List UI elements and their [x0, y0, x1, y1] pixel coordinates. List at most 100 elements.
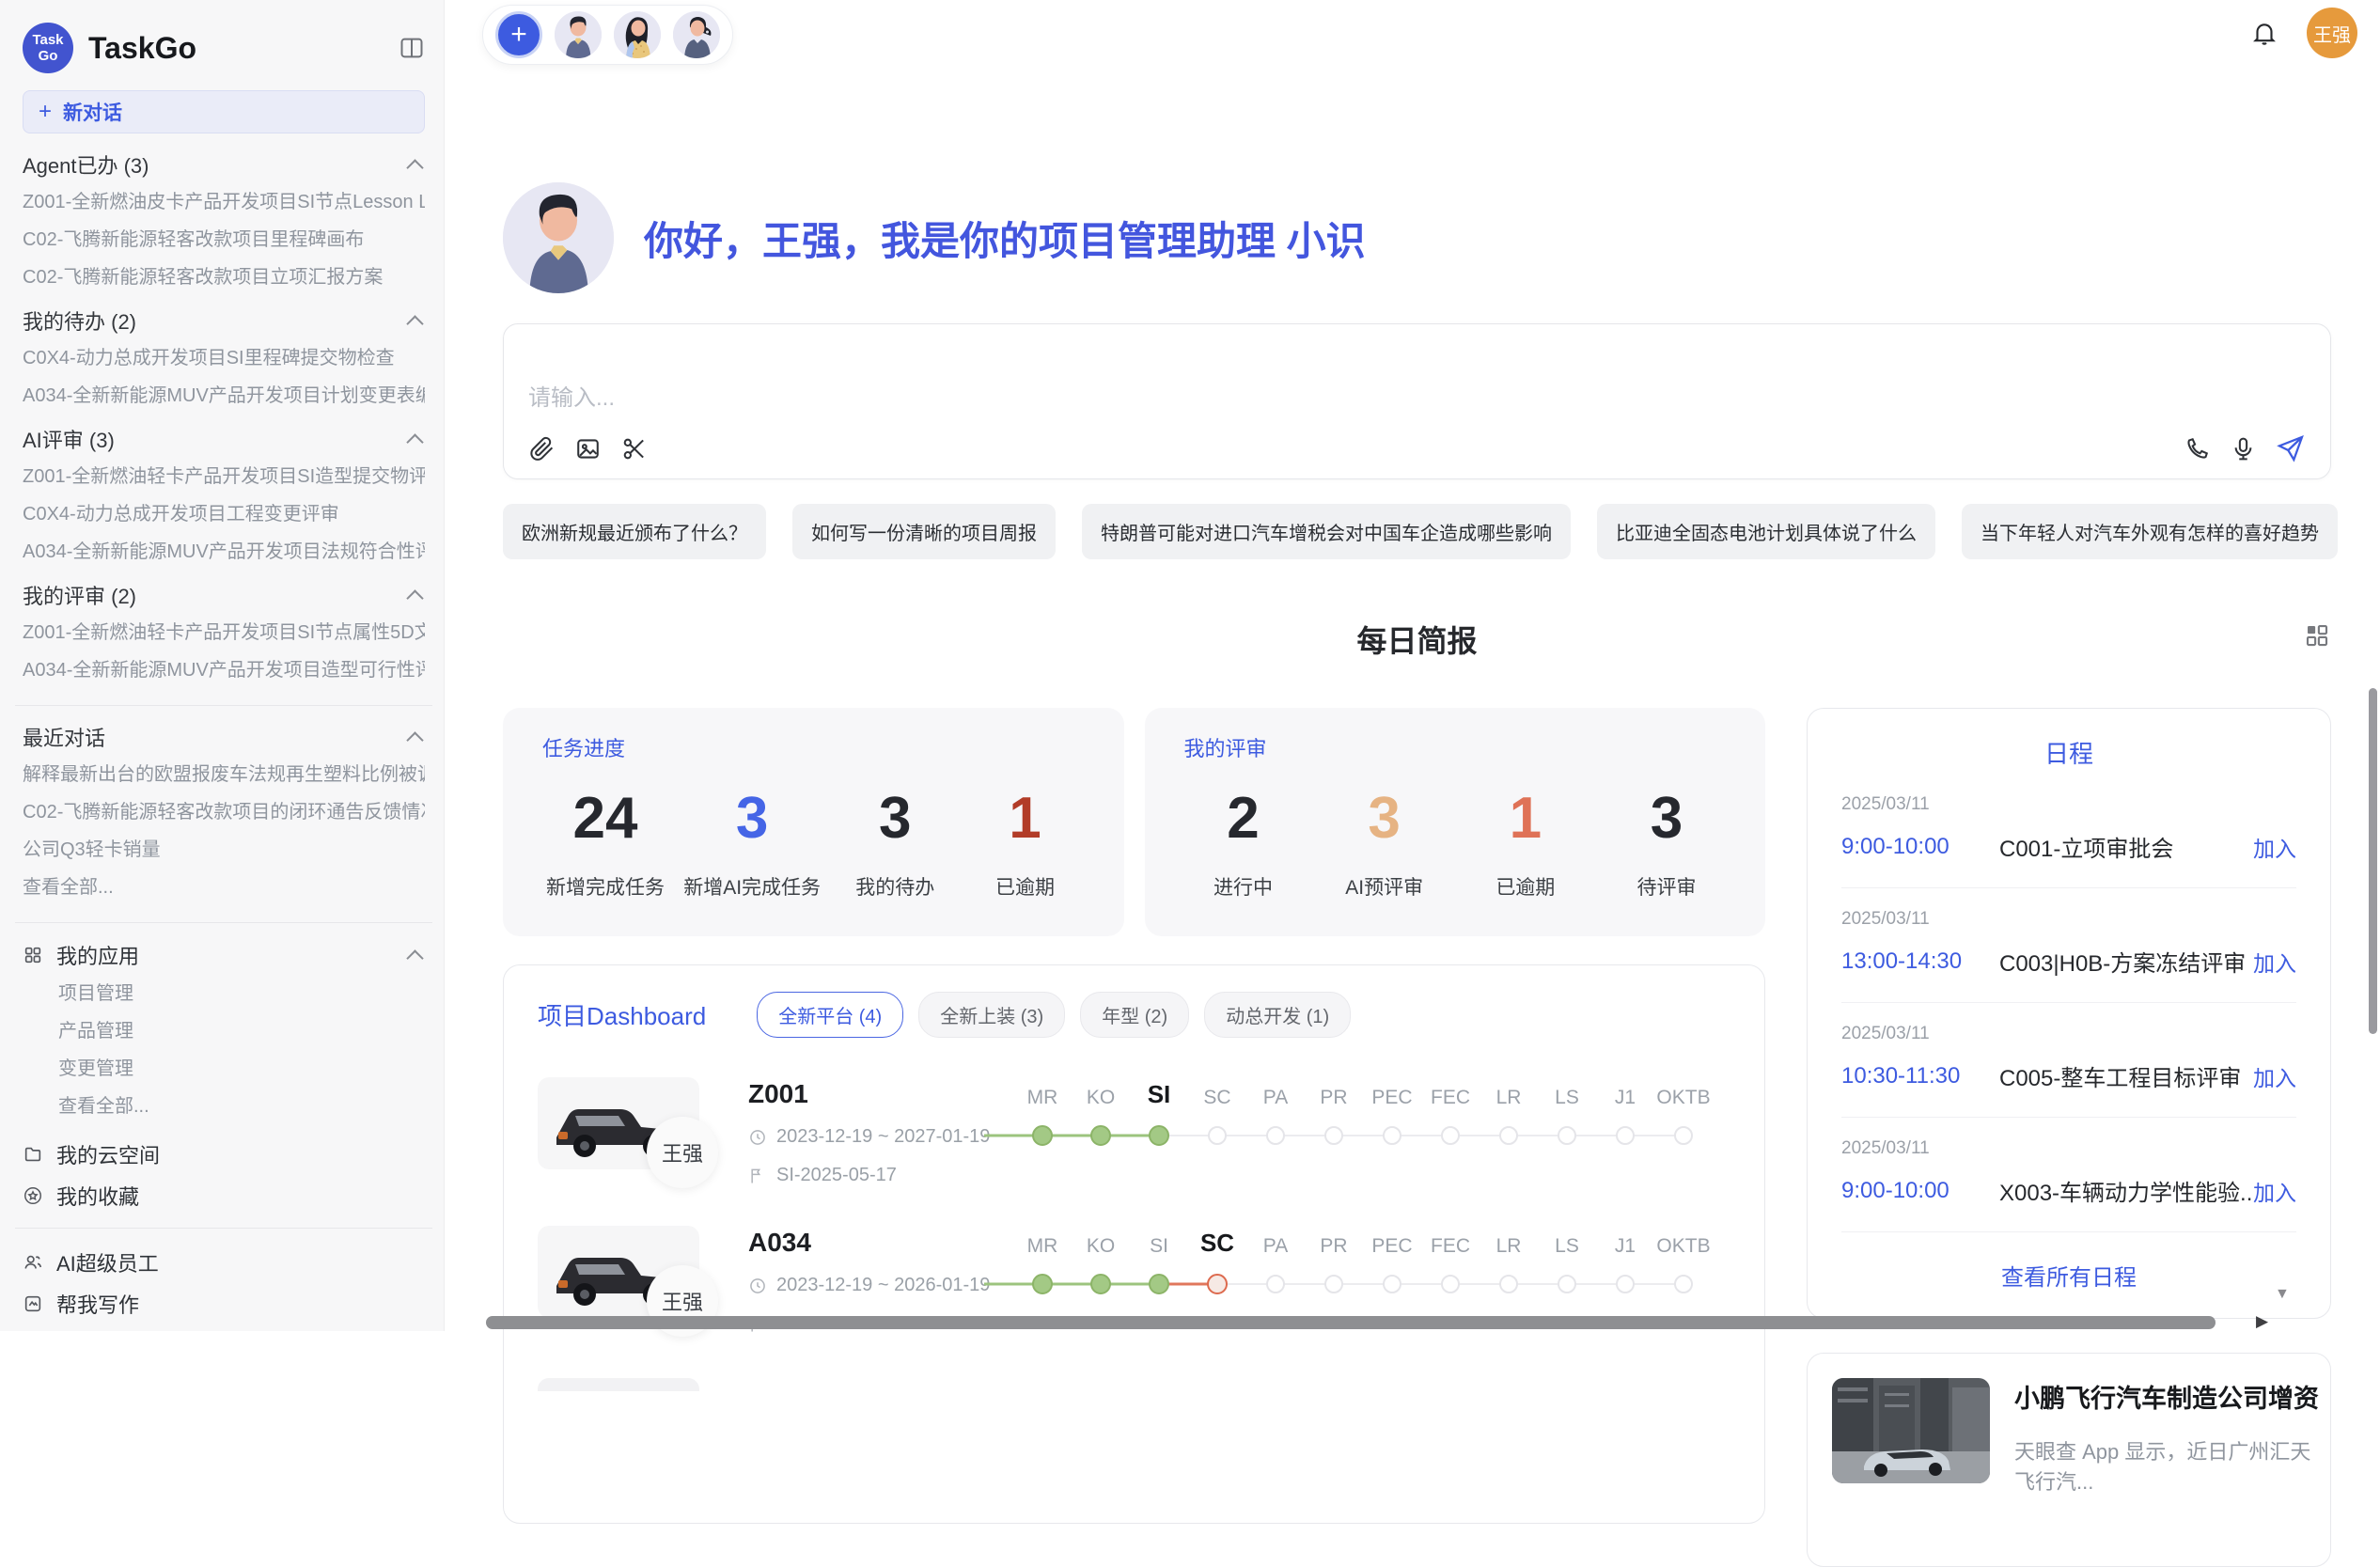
stat[interactable]: 24 新增完成任务	[546, 768, 665, 901]
milestone[interactable]: KO	[1072, 1077, 1130, 1154]
milestone-label: LS	[1538, 1077, 1596, 1109]
suggestion-chip[interactable]: 当下年轻人对汽车外观有怎样的喜好趋势	[1962, 504, 2338, 559]
milestone[interactable]: MR	[1013, 1077, 1072, 1154]
conversation-item[interactable]: C02-飞腾新能源轻客改款项目的闭环通告反馈情况	[23, 800, 425, 824]
layout-grid-icon[interactable]	[2303, 621, 2331, 650]
milestone[interactable]: J1	[1596, 1077, 1654, 1154]
sidebar-item-help-write[interactable]: 帮我写作	[23, 1291, 425, 1317]
task-item[interactable]: C02-飞腾新能源轻客改款项目立项汇报方案	[23, 265, 425, 290]
app-item[interactable]: 查看全部...	[58, 1094, 425, 1119]
filter-tab[interactable]: 动总开发 (1)	[1204, 992, 1351, 1038]
milestone[interactable]: MR	[1013, 1226, 1072, 1303]
stat[interactable]: 3 新增AI完成任务	[683, 768, 821, 901]
conversation-item[interactable]: 解释最新出台的欧盟报废车法规再生塑料比例被调至15%...	[23, 762, 425, 787]
milestone[interactable]: PR	[1305, 1226, 1363, 1303]
stat[interactable]: 3 我的待办	[839, 768, 950, 901]
horizontal-scrollbar[interactable]	[486, 1316, 2216, 1329]
sidebar-item-favorites[interactable]: 我的收藏	[23, 1183, 425, 1209]
suggestion-chip[interactable]: 比亚迪全固态电池计划具体说了什么	[1597, 504, 1935, 559]
task-item[interactable]: A034-全新新能源MUV产品开发项目计划变更表编写	[23, 384, 425, 408]
task-item[interactable]: C0X4-动力总成开发项目SI里程碑提交物检查	[23, 346, 425, 370]
conversation-item[interactable]: 公司Q3轻卡销量	[23, 838, 425, 862]
milestone[interactable]: SC	[1188, 1226, 1246, 1303]
join-link[interactable]: 加入	[2253, 946, 2296, 978]
stat[interactable]: 3 待评审	[1611, 768, 1722, 901]
microphone-icon[interactable]	[2230, 435, 2257, 462]
add-agent-button[interactable]: +	[495, 11, 542, 58]
milestone[interactable]: LR	[1480, 1226, 1538, 1303]
sidebar-section-my-review[interactable]: 我的评审 (2)	[23, 583, 425, 607]
milestone[interactable]: SI	[1130, 1077, 1188, 1154]
task-item[interactable]: A034-全新新能源MUV产品开发项目法规符合性评审	[23, 540, 425, 564]
filter-tab[interactable]: 全新上装 (3)	[918, 992, 1065, 1038]
vertical-scrollbar[interactable]	[2369, 688, 2377, 1034]
join-link[interactable]: 加入	[2253, 1060, 2296, 1092]
milestone[interactable]: OKTB	[1654, 1226, 1713, 1303]
milestone[interactable]: LR	[1480, 1077, 1538, 1154]
scissors-icon[interactable]	[620, 435, 648, 462]
sidebar-item-ai-staff[interactable]: AI超级员工	[23, 1249, 425, 1276]
milestone[interactable]: LS	[1538, 1077, 1596, 1154]
schedule-item: 2025/03/11 10:30-11:30 C005-整车工程目标评审 加入	[1841, 1003, 2296, 1118]
join-link[interactable]: 加入	[2253, 831, 2296, 863]
agent-avatar-2[interactable]	[614, 11, 661, 58]
project-row-z001[interactable]: 王强 Z001 2023-12-19 ~ 2027-01-19	[538, 1077, 1730, 1186]
milestone[interactable]: PR	[1305, 1077, 1363, 1154]
phone-icon[interactable]	[2184, 435, 2211, 462]
chat-input[interactable]: 请输入...	[504, 324, 2330, 412]
news-card[interactable]: 小鹏飞行汽车制造公司增资 天眼查 App 显示，近日广州汇天飞行汽...	[1807, 1353, 2331, 1567]
join-link[interactable]: 加入	[2253, 1175, 2296, 1207]
milestone[interactable]: PA	[1246, 1077, 1305, 1154]
suggestion-chip[interactable]: 特朗普可能对进口汽车增税会对中国车企造成哪些影响	[1082, 504, 1571, 559]
milestone[interactable]: SC	[1188, 1077, 1246, 1154]
filter-tab[interactable]: 全新平台 (4)	[757, 992, 903, 1038]
milestone[interactable]: FEC	[1421, 1226, 1480, 1303]
filter-tab[interactable]: 年型 (2)	[1080, 992, 1189, 1038]
milestone[interactable]: PA	[1246, 1226, 1305, 1303]
milestone[interactable]: PEC	[1363, 1226, 1421, 1303]
stat[interactable]: 1 已逾期	[970, 768, 1081, 901]
sidebar-section-my-todo[interactable]: 我的待办 (2)	[23, 308, 425, 333]
conversation-item[interactable]: 查看全部...	[23, 875, 425, 900]
sidebar-section-ai-review[interactable]: AI评审 (3)	[23, 427, 425, 451]
stat[interactable]: 2 进行中	[1188, 768, 1299, 901]
sidebar-section-agent-done[interactable]: Agent已办 (3)	[23, 152, 425, 177]
milestone[interactable]: FEC	[1421, 1077, 1480, 1154]
milestone[interactable]: LS	[1538, 1226, 1596, 1303]
send-icon[interactable]	[2276, 433, 2306, 463]
sidebar-collapse-icon[interactable]	[399, 35, 425, 61]
app-item[interactable]: 产品管理	[58, 1019, 425, 1043]
paperclip-icon[interactable]	[528, 435, 556, 462]
app-item[interactable]: 项目管理	[58, 981, 425, 1006]
stat[interactable]: 1 已逾期	[1470, 768, 1581, 901]
task-item[interactable]: Z001-全新燃油轻卡产品开发项目SI节点属性5D文件评审	[23, 620, 425, 645]
stat[interactable]: 3 AI预评审	[1329, 768, 1440, 901]
stat-label: 新增完成任务	[546, 872, 665, 901]
user-avatar[interactable]: 王强	[2307, 8, 2357, 58]
project-info: Z001 2023-12-19 ~ 2027-01-19	[748, 1077, 991, 1186]
agent-avatar-3[interactable]	[673, 11, 720, 58]
task-item[interactable]: A034-全新新能源MUV产品开发项目造型可行性评审	[23, 658, 425, 682]
app-item[interactable]: 变更管理	[58, 1057, 425, 1081]
milestone[interactable]: KO	[1072, 1226, 1130, 1303]
milestone[interactable]: SI	[1130, 1226, 1188, 1303]
suggestion-chip[interactable]: 如何写一份清晰的项目周报	[792, 504, 1056, 559]
sidebar-section-recent[interactable]: 最近对话	[23, 725, 425, 749]
scroll-right-arrow-icon[interactable]: ▶	[2256, 1312, 2268, 1331]
sidebar-my-apps[interactable]: 我的应用	[23, 942, 425, 968]
milestone[interactable]: OKTB	[1654, 1077, 1713, 1154]
task-item[interactable]: C0X4-动力总成开发项目工程变更评审	[23, 502, 425, 526]
milestone[interactable]: PEC	[1363, 1077, 1421, 1154]
task-item[interactable]: Z001-全新燃油轻卡产品开发项目SI造型提交物评审	[23, 464, 425, 489]
scroll-down-arrow-icon[interactable]: ▼	[2275, 1286, 2290, 1303]
task-item[interactable]: C02-飞腾新能源轻客改款项目里程碑画布	[23, 227, 425, 252]
new-chat-button[interactable]: + 新对话	[23, 90, 425, 133]
suggestion-chip[interactable]: 欧洲新规最近颁布了什么？	[503, 504, 766, 559]
image-icon[interactable]	[574, 435, 602, 462]
task-item[interactable]: Z001-全新燃油皮卡产品开发项目SI节点Lesson Learn报告	[23, 190, 425, 214]
sidebar-item-cloud-space[interactable]: 我的云空间	[23, 1141, 425, 1167]
agent-avatar-1[interactable]	[555, 11, 602, 58]
notification-bell-icon[interactable]	[2250, 19, 2278, 47]
milestone[interactable]: J1	[1596, 1226, 1654, 1303]
view-all-schedule-link[interactable]: 查看所有日程	[1841, 1259, 2296, 1292]
